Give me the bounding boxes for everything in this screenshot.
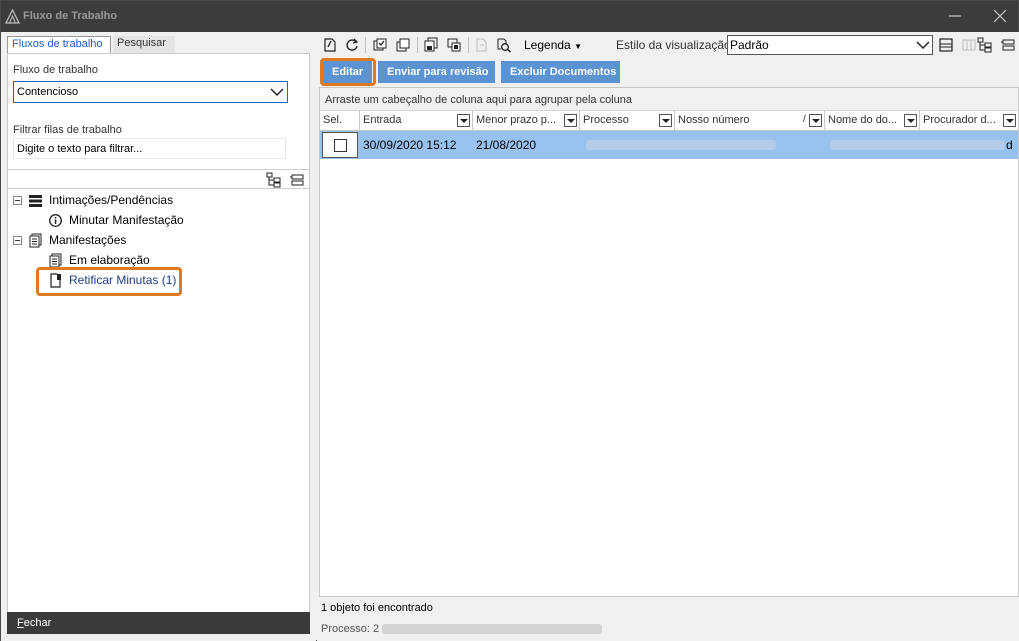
- tree-node-label: Em elaboração: [69, 253, 150, 267]
- print-document-icon[interactable]: [446, 37, 462, 53]
- toolbar-separator: [468, 37, 469, 53]
- title-bar: Fluxo de Trabalho: [1, 1, 1018, 32]
- sort-indicator: /: [803, 114, 806, 125]
- tab-pesquisar[interactable]: Pesquisar: [113, 36, 175, 53]
- filter-dropdown-icon[interactable]: [659, 114, 672, 127]
- close-icon[interactable]: [993, 9, 1007, 23]
- view-style-label: Estilo da visualização: [616, 38, 731, 52]
- info-icon: [49, 214, 62, 227]
- layout-icon[interactable]: [1000, 37, 1016, 53]
- search-document-icon[interactable]: [496, 37, 512, 53]
- cell-entrada: 30/09/2020 15:12: [363, 138, 457, 152]
- filter-dropdown-icon[interactable]: [564, 114, 577, 127]
- view-style-select[interactable]: Padrão: [727, 35, 933, 55]
- caret-down-icon: ▼: [574, 42, 582, 51]
- minimize-icon[interactable]: [948, 9, 962, 23]
- tree-node-label: Manifestações: [49, 233, 127, 247]
- left-panel: Fluxos de trabalho Pesquisar Fluxo de tr…: [1, 32, 316, 641]
- column-header-nosso-numero[interactable]: Nosso número /: [675, 111, 825, 131]
- filter-input[interactable]: Digite o texto para filtrar...: [13, 138, 286, 159]
- hierarchy-icon[interactable]: [977, 37, 993, 53]
- close-button[interactable]: Fechar: [7, 612, 310, 634]
- column-header-label: Sel.: [323, 114, 342, 126]
- window-title: Fluxo de Trabalho: [23, 10, 118, 22]
- send-for-review-button[interactable]: Enviar para revisão: [378, 61, 495, 83]
- highlight-retificar-minutas: [36, 267, 182, 296]
- collapse-toggle-icon[interactable]: [13, 196, 22, 205]
- app-logo-icon: [5, 9, 20, 24]
- group-by-bar[interactable]: Arraste um cabeçalho de coluna aqui para…: [320, 88, 1018, 111]
- filter-dropdown-icon[interactable]: [457, 114, 470, 127]
- documents-icon: [49, 253, 62, 268]
- documents-grid: Arraste um cabeçalho de coluna aqui para…: [319, 87, 1019, 597]
- disabled-document-icon: [476, 38, 487, 52]
- process-status: Processo: 2: [321, 623, 603, 635]
- check-all-icon[interactable]: [372, 37, 388, 53]
- filter-dropdown-icon[interactable]: [904, 114, 917, 127]
- result-count: 1 objeto foi encontrado: [321, 602, 433, 614]
- toolbar-separator: [417, 37, 418, 53]
- delete-documents-button[interactable]: Excluir Documentos: [501, 61, 620, 83]
- columns-icon: [962, 39, 976, 51]
- workflow-select[interactable]: Contencioso: [13, 81, 288, 103]
- tree-toolbar: [8, 169, 309, 189]
- column-header-sel[interactable]: Sel.: [320, 111, 360, 131]
- view-style-value: Padrão: [730, 38, 769, 52]
- column-header-label: Entrada: [363, 114, 402, 126]
- blurred-process-number: [586, 140, 776, 150]
- filter-dropdown-icon[interactable]: [1003, 114, 1016, 127]
- main-toolbar: Legenda ▼ Estilo da visualização Padrão: [317, 32, 1019, 58]
- close-button-mnemonic: F: [17, 617, 24, 629]
- column-header-label: Procurador d...: [923, 114, 996, 126]
- tree-node-label: Intimações/Pendências: [49, 193, 174, 207]
- column-header-entrada[interactable]: Entrada: [360, 111, 473, 131]
- app-window: Fluxo de Trabalho Fluxos de trabalho Pes…: [0, 0, 1019, 641]
- workflow-select-value: Contencioso: [17, 86, 79, 98]
- cell-procurador: d: [1006, 138, 1013, 152]
- collapse-tree-icon[interactable]: [289, 172, 305, 188]
- close-button-label: echar: [23, 617, 52, 629]
- column-header-processo[interactable]: Processo: [580, 111, 675, 131]
- column-header-label: Processo: [583, 114, 629, 126]
- cell-menor-prazo: 21/08/2020: [476, 138, 537, 152]
- filter-dropdown-icon[interactable]: [809, 114, 822, 127]
- save-view-icon[interactable]: [938, 37, 954, 53]
- copy-document-icon[interactable]: [423, 37, 439, 53]
- workflow-label: Fluxo de trabalho: [13, 64, 98, 76]
- column-header-label: Menor prazo p...: [476, 114, 557, 126]
- new-document-icon[interactable]: [322, 37, 338, 53]
- row-select-cell[interactable]: [322, 132, 358, 158]
- collapse-toggle-icon[interactable]: [13, 236, 22, 245]
- column-header-label: Nosso número: [678, 114, 750, 126]
- chevron-down-icon: [916, 41, 930, 50]
- legend-label: Legenda: [524, 38, 571, 52]
- process-status-label: Processo: 2: [321, 623, 380, 635]
- documents-icon: [29, 233, 42, 248]
- tree-node-label: Minutar Manifestação: [69, 213, 184, 227]
- column-header-procurador[interactable]: Procurador d...: [920, 111, 1018, 131]
- list-icon: [29, 195, 42, 207]
- column-header-menor-prazo[interactable]: Menor prazo p...: [473, 111, 580, 131]
- expand-tree-icon[interactable]: [266, 172, 282, 188]
- legend-dropdown[interactable]: Legenda ▼: [524, 38, 582, 52]
- uncheck-all-icon[interactable]: [395, 37, 411, 53]
- refresh-icon[interactable]: [344, 37, 360, 53]
- table-row[interactable]: 30/09/2020 15:12 21/08/2020 d: [320, 131, 1018, 159]
- blurred-process-value: [382, 624, 603, 635]
- column-header-label: Nome do do...: [828, 114, 898, 126]
- highlight-edit-button: [320, 58, 376, 86]
- filter-label: Filtrar filas de trabalho: [13, 124, 122, 136]
- grid-header: Sel. Entrada Menor prazo p... Processo N…: [320, 111, 1018, 131]
- blurred-document-name: [830, 140, 1005, 150]
- tab-fluxos-de-trabalho[interactable]: Fluxos de trabalho: [7, 36, 111, 53]
- toolbar-separator: [365, 37, 366, 53]
- right-panel: Legenda ▼ Estilo da visualização Padrão: [317, 32, 1019, 641]
- chevron-down-icon: [270, 88, 284, 97]
- workflow-panel: Fluxo de trabalho Contencioso Filtrar fi…: [7, 53, 310, 619]
- column-header-nome-documento[interactable]: Nome do do...: [825, 111, 920, 131]
- row-select-checkbox[interactable]: [334, 139, 347, 152]
